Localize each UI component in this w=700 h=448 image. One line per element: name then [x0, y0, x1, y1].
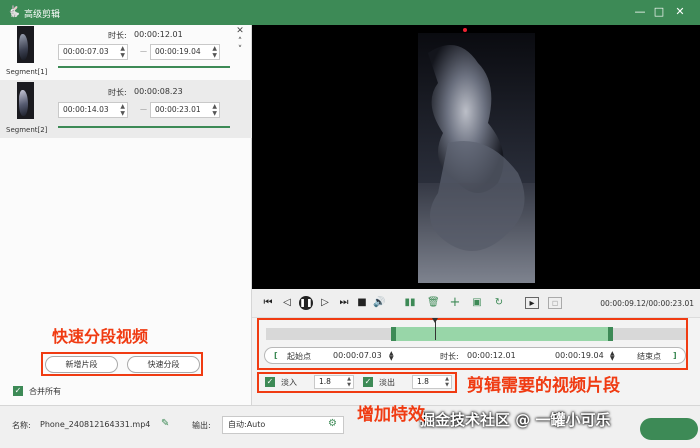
segment-item[interactable]: Segment[1] 时长: 00:00:12.01 00:00:07.03 ▲ ▼… — [0, 25, 252, 83]
prev-frame-icon[interactable]: ◁ — [281, 297, 293, 309]
merge-all-checkbox[interactable]: ✓ — [13, 386, 23, 396]
delete-icon[interactable]: 🗑 — [427, 297, 440, 309]
copy-icon[interactable]: ▣ — [471, 297, 483, 309]
mark-out-icon[interactable]: ▫ — [548, 297, 562, 309]
spinner-icon[interactable]: ▲ ▼ — [610, 351, 615, 362]
playback-toolbar: ⏮ ◁ ❚❚ ▷ ⏭ ■ 🔊 ▮▮ 🗑 + ▣ ↻ ▸ ▫ 00:00:09.1… — [252, 289, 700, 318]
output-select[interactable]: 自动:Auto — [222, 416, 344, 434]
edit-pencil-icon[interactable]: ✎ — [161, 418, 169, 429]
segment-label: Segment[2] — [6, 126, 48, 134]
fade-in-label: 淡入 — [281, 378, 297, 387]
range-duration-label: 时长: — [440, 352, 459, 361]
range-separator: — — [140, 47, 147, 55]
segment-duration-label: 时长: — [108, 31, 127, 40]
segment-list-panel: Segment[1] 时长: 00:00:12.01 00:00:07.03 ▲ ▼… — [0, 25, 252, 405]
volume-icon[interactable]: 🔊 — [373, 297, 385, 309]
spinner-icon[interactable]: ▲ ▼ — [389, 351, 394, 362]
output-label: 输出: — [192, 421, 211, 430]
new-segment-button[interactable]: 新增片段 — [45, 356, 118, 373]
fade-in-checkbox[interactable]: ✓ — [265, 377, 275, 387]
time-readout: 00:00:09.12/00:00:23.01 — [600, 299, 694, 308]
segment-progress-bar — [58, 126, 230, 128]
segment-start-input[interactable]: 00:00:07.03 ▲ ▼ — [58, 44, 128, 60]
segment-duration: 00:00:12.01 — [134, 30, 183, 39]
pause-icon[interactable]: ❚❚ — [299, 296, 313, 310]
range-open-bracket: [ — [274, 351, 278, 360]
timeline-selection[interactable] — [391, 327, 613, 341]
spinner-icon[interactable]: ▲ ▼ — [212, 45, 217, 59]
wave-image — [418, 33, 535, 283]
spinner-icon[interactable]: ▲ ▼ — [120, 103, 125, 117]
annotation-effects: 增加特效 — [357, 405, 425, 425]
spinner-icon[interactable]: ▲ ▼ — [445, 376, 449, 388]
segment-end-input[interactable]: 00:00:19.04 ▲ ▼ — [150, 44, 220, 60]
spinner-icon[interactable]: ▲ ▼ — [347, 376, 351, 388]
split-icon[interactable]: ▮▮ — [404, 297, 416, 309]
fade-out-label: 淡出 — [379, 378, 395, 387]
title-bar: 🐇 高级剪辑 — □ ✕ — [0, 0, 700, 25]
segment-thumbnail — [17, 26, 34, 63]
segment-duration-label: 时长: — [108, 88, 127, 97]
name-label: 名称: — [12, 421, 31, 430]
range-separator: — — [140, 105, 147, 113]
segment-thumbnail — [17, 82, 34, 119]
window-title: 高级剪辑 — [24, 10, 61, 20]
annotation-quick-split: 快速分段视频 — [52, 327, 149, 346]
close-icon[interactable]: ✕ — [235, 26, 245, 36]
merge-all-label: 合并所有 — [29, 387, 61, 396]
mark-in-icon[interactable]: ▸ — [525, 297, 539, 309]
watermark-text: 掘金技术社区 @ 一罐小可乐 — [420, 411, 611, 429]
export-button[interactable] — [640, 418, 698, 440]
add-icon[interactable]: + — [449, 296, 461, 309]
record-indicator — [463, 28, 467, 32]
annotation-trim: 剪辑需要的视频片段 — [467, 376, 620, 396]
app-logo-icon: 🐇 — [7, 5, 21, 18]
segment-progress-bar — [58, 66, 230, 68]
spinner-icon[interactable]: ▲ ▼ — [212, 103, 217, 117]
segment-start-input[interactable]: 00:00:14.03 ▲ ▼ — [58, 102, 128, 118]
segment-duration: 00:00:08.23 — [134, 87, 183, 96]
end-point-button[interactable]: 结束点 — [637, 351, 661, 362]
close-icon[interactable]: ✕ — [672, 4, 688, 20]
fast-forward-icon[interactable]: ⏭ — [338, 297, 350, 309]
segment-label: Segment[1] — [6, 68, 48, 76]
maximize-icon[interactable]: □ — [651, 4, 667, 20]
start-point-button[interactable]: 起始点 — [287, 351, 311, 362]
minimize-icon[interactable]: — — [632, 4, 648, 20]
next-frame-icon[interactable]: ▷ — [319, 297, 331, 309]
video-frame — [418, 33, 535, 283]
segment-item[interactable]: Segment[2] 时长: 00:00:08.23 00:00:14.03 ▲ ▼… — [0, 80, 252, 138]
quick-split-button[interactable]: 快速分段 — [127, 356, 200, 373]
range-start-value[interactable]: 00:00:07.03 — [333, 351, 382, 360]
video-preview[interactable] — [252, 25, 700, 289]
playhead[interactable] — [435, 320, 436, 340]
reset-icon[interactable]: ↻ — [493, 297, 505, 309]
spinner-icon[interactable]: ▲ ▼ — [120, 45, 125, 59]
range-duration-value: 00:00:12.01 — [467, 351, 516, 360]
fade-in-input[interactable]: 1.8 ▲ ▼ — [314, 375, 354, 389]
timeline-track[interactable] — [266, 327, 686, 341]
filename-text: Phone_240812164331.mp4 — [40, 420, 151, 429]
fade-out-input[interactable]: 1.8 ▲ ▼ — [412, 375, 452, 389]
skip-start-icon[interactable]: ⏮ — [262, 297, 274, 309]
segment-end-input[interactable]: 00:00:23.01 ▲ ▼ — [150, 102, 220, 118]
range-bar: [ 起始点 00:00:07.03 ▲ ▼ 时长: 00:00:12.01 00:… — [264, 347, 686, 364]
range-end-value[interactable]: 00:00:19.04 — [555, 351, 604, 360]
range-close-bracket: ] — [673, 351, 677, 360]
stop-icon[interactable]: ■ — [356, 297, 368, 309]
gear-icon[interactable]: ⚙ — [328, 418, 337, 429]
fade-out-checkbox[interactable]: ✓ — [363, 377, 373, 387]
chevron-down-icon[interactable]: ˅ — [235, 45, 245, 55]
